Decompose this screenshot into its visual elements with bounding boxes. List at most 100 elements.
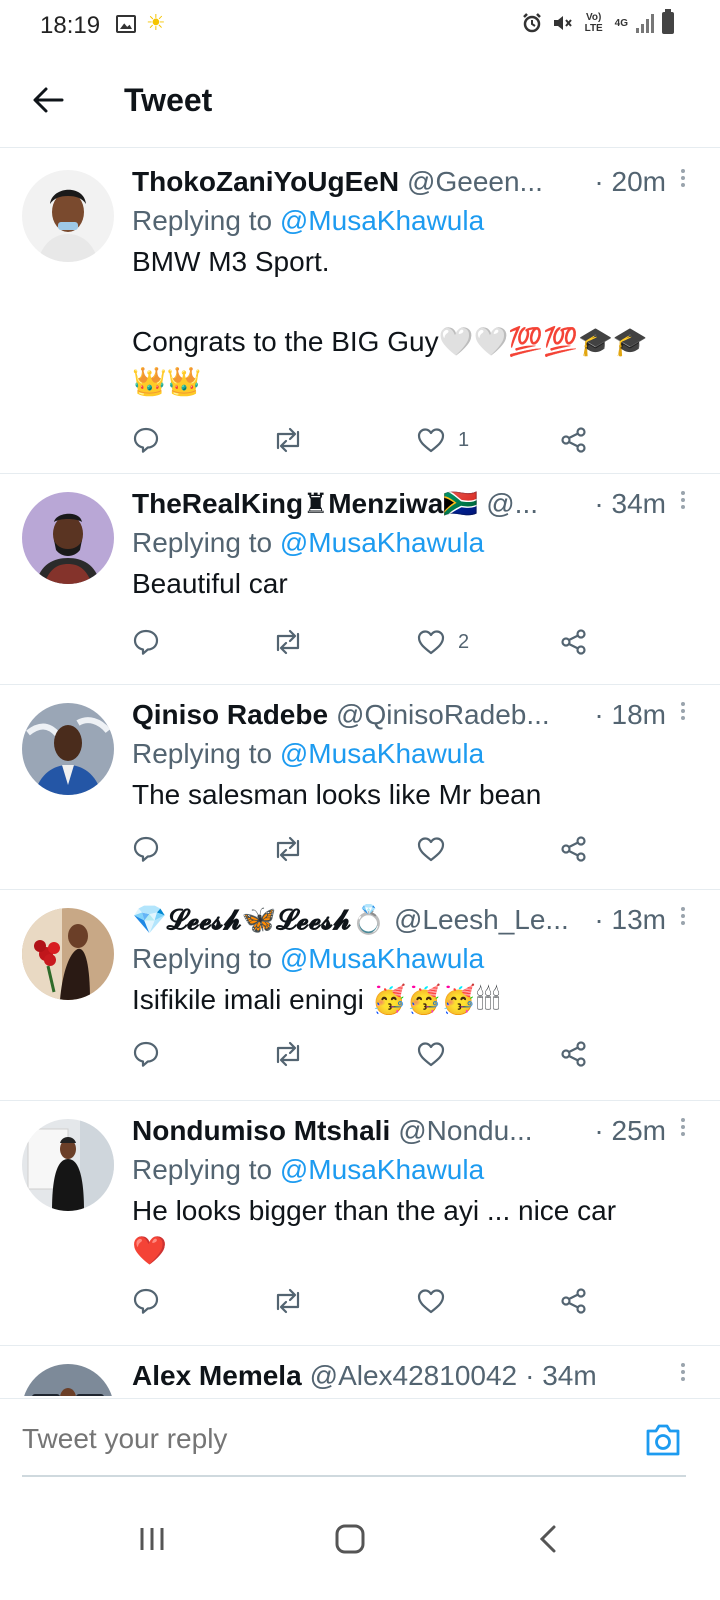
mention-link[interactable]: @MusaKhawula <box>280 943 484 974</box>
replying-to: Replying to @MusaKhawula <box>132 733 688 775</box>
retweet-button[interactable] <box>272 422 304 458</box>
tweet[interactable]: Alex Memela @Alex42810042 · 34m <box>0 1346 720 1396</box>
like-button[interactable] <box>416 1036 458 1072</box>
back-button[interactable] <box>28 80 68 120</box>
alarm-icon <box>522 13 541 33</box>
tweet[interactable]: Nondumiso Mtshali @Nondu... · 25m Replyi… <box>0 1101 720 1346</box>
battery-icon <box>662 9 674 34</box>
reply-button[interactable] <box>132 624 160 660</box>
heart-icon <box>416 1040 446 1068</box>
tweet-header: Alex Memela @Alex42810042 · 34m <box>132 1358 688 1394</box>
tweet-time: · 18m <box>594 699 666 730</box>
tweet[interactable]: TheRealKing♜Menziwa🇿🇦 @... · 34m Replyin… <box>0 474 720 685</box>
display-name[interactable]: Qiniso Radebe <box>132 697 328 733</box>
replying-label: Replying to <box>132 527 280 558</box>
tweet[interactable]: Qiniso Radebe @QinisoRadeb... · 18m Repl… <box>0 685 720 890</box>
more-options-icon[interactable] <box>678 904 688 934</box>
like-button[interactable] <box>416 831 458 867</box>
share-button[interactable] <box>560 422 588 458</box>
replying-to: Replying to @MusaKhawula <box>132 522 688 564</box>
display-name[interactable]: Alex Memela <box>132 1358 302 1394</box>
share-icon <box>560 628 588 656</box>
avatar[interactable] <box>22 1119 114 1211</box>
mention-link[interactable]: @MusaKhawula <box>280 738 484 769</box>
retweet-button[interactable] <box>272 831 304 867</box>
status-icons: Vo) LTE 4G <box>521 9 674 34</box>
reply-button[interactable] <box>132 831 160 867</box>
retweet-button[interactable] <box>272 624 304 660</box>
chevron-left-icon <box>539 1525 556 1553</box>
recent-apps-button[interactable] <box>122 1514 182 1564</box>
replying-label: Replying to <box>132 205 280 236</box>
tweet-actions: 1 <box>132 422 602 458</box>
like-button[interactable] <box>416 1283 458 1319</box>
share-button[interactable] <box>560 1036 588 1072</box>
user-handle[interactable]: @Leesh_Le... <box>394 902 586 938</box>
user-handle[interactable]: @... <box>486 486 586 522</box>
display-name[interactable]: 💎𝓛𝓮𝓮𝓼𝓱🦋𝓛𝓮𝓮𝓼𝓱💍 <box>132 902 386 938</box>
replying-label: Replying to <box>132 1154 280 1185</box>
recent-apps-icon <box>140 1528 164 1550</box>
avatar[interactable] <box>22 170 114 262</box>
more-options-icon[interactable] <box>678 1115 688 1145</box>
more-options-icon[interactable] <box>678 699 688 729</box>
more-options-icon[interactable] <box>678 1360 688 1390</box>
reply-input[interactable] <box>22 1423 582 1455</box>
retweet-icon <box>272 628 304 656</box>
share-button[interactable] <box>560 624 588 660</box>
app-header: Tweet <box>0 52 720 148</box>
mention-link[interactable]: @MusaKhawula <box>280 1154 484 1185</box>
user-handle[interactable]: @QinisoRadeb... <box>336 697 586 733</box>
retweet-button[interactable] <box>272 1036 304 1072</box>
retweet-icon <box>272 1040 304 1068</box>
reply-icon <box>132 426 160 454</box>
user-handle[interactable]: @Alex42810042 <box>310 1358 517 1394</box>
tweet-actions <box>132 1036 602 1072</box>
display-name[interactable]: Nondumiso Mtshali <box>132 1113 390 1149</box>
camera-button[interactable] <box>644 1423 682 1457</box>
avatar[interactable] <box>22 703 114 795</box>
reply-icon <box>132 1287 160 1315</box>
like-button[interactable]: 2 <box>416 624 469 660</box>
share-button[interactable] <box>560 1283 588 1319</box>
mention-link[interactable]: @MusaKhawula <box>280 205 484 236</box>
more-options-icon[interactable] <box>678 488 688 518</box>
tweet[interactable]: ThokoZaniYoUgEeN @Geeen... · 20m Replyin… <box>0 152 720 474</box>
retweet-button[interactable] <box>272 1283 304 1319</box>
retweet-icon <box>272 1287 304 1315</box>
share-icon <box>560 1040 588 1068</box>
tweet-header: ThokoZaniYoUgEeN @Geeen... · 20m <box>132 164 688 200</box>
replying-to: Replying to @MusaKhawula <box>132 200 688 242</box>
tweet-actions: 2 <box>132 624 602 660</box>
like-button[interactable]: 1 <box>416 422 469 458</box>
user-handle[interactable]: @Geeen... <box>407 164 586 200</box>
avatar[interactable] <box>22 908 114 1000</box>
tweet-header: Qiniso Radebe @QinisoRadeb... · 18m <box>132 697 688 733</box>
avatar[interactable] <box>22 492 114 584</box>
tweet[interactable]: 💎𝓛𝓮𝓮𝓼𝓱🦋𝓛𝓮𝓮𝓼𝓱💍 @Leesh_Le... · 13m Replyin… <box>0 890 720 1101</box>
tweet-time: · 13m <box>594 904 666 935</box>
more-options-icon[interactable] <box>678 166 688 196</box>
home-button[interactable] <box>320 1514 380 1564</box>
tweet-text: He looks bigger than the ayi ... nice ca… <box>132 1195 617 1266</box>
avatar[interactable] <box>22 1364 114 1396</box>
reply-button[interactable] <box>132 1036 160 1072</box>
reply-icon <box>132 835 160 863</box>
4g-icon: 4G <box>614 17 628 29</box>
reply-button[interactable] <box>132 1283 160 1319</box>
like-count: 1 <box>458 428 470 451</box>
display-name[interactable]: TheRealKing♜Menziwa🇿🇦 <box>132 486 478 522</box>
tweet-header: 💎𝓛𝓮𝓮𝓼𝓱🦋𝓛𝓮𝓮𝓼𝓱💍 @Leesh_Le... · 13m <box>132 902 688 938</box>
mention-link[interactable]: @MusaKhawula <box>280 527 484 558</box>
reply-icon <box>132 1040 160 1068</box>
share-button[interactable] <box>560 831 588 867</box>
heart-icon <box>416 426 446 454</box>
display-name[interactable]: ThokoZaniYoUgEeN <box>132 164 399 200</box>
reply-button[interactable] <box>132 422 160 458</box>
user-handle[interactable]: @Nondu... <box>398 1113 586 1149</box>
share-icon <box>560 835 588 863</box>
share-icon <box>560 426 588 454</box>
system-back-button[interactable] <box>518 1514 578 1564</box>
replies-feed[interactable]: ThokoZaniYoUgEeN @Geeen... · 20m Replyin… <box>0 152 720 1396</box>
tweet-actions <box>132 831 602 867</box>
